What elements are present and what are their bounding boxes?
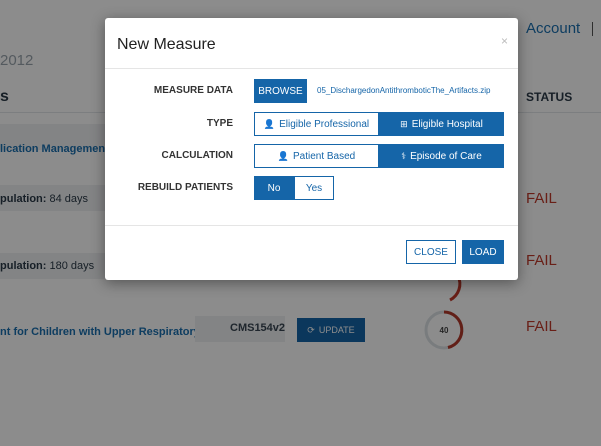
type-label: TYPE <box>206 118 233 129</box>
measure-data-row: MEASURE DATA BROWSE 05_DischargedonAntit… <box>105 79 518 103</box>
hospital-icon: ⊞ <box>400 118 408 129</box>
rebuild-patients-row: REBUILD PATIENTS No Yes <box>105 176 518 200</box>
user-icon: 👤 <box>263 118 276 129</box>
type-option-eligible-professional[interactable]: 👤 Eligible Professional <box>254 112 379 136</box>
modal-header: New Measure × <box>105 18 518 69</box>
rebuild-option-yes[interactable]: Yes <box>294 176 334 200</box>
load-button[interactable]: LOAD <box>462 240 504 264</box>
person-icon: 👤 <box>277 150 289 161</box>
calc-option-label: Episode of Care <box>410 150 482 162</box>
browse-button[interactable]: BROWSE <box>254 79 307 103</box>
calculation-label: CALCULATION <box>161 150 233 161</box>
stethoscope-icon: ⚕ <box>401 150 407 161</box>
calculation-row: CALCULATION 👤 Patient Based ⚕ Episode of… <box>105 144 518 168</box>
measure-data-label: MEASURE DATA <box>153 85 233 96</box>
modal-footer <box>105 225 518 226</box>
modal-title: New Measure <box>117 36 216 53</box>
calc-option-patient-based[interactable]: 👤 Patient Based <box>254 144 379 168</box>
type-option-label: Eligible Professional <box>279 118 370 130</box>
type-option-label: Eligible Hospital <box>411 118 483 130</box>
file-name: 05_DischargedonAntithromboticThe_Artifac… <box>317 86 491 95</box>
type-option-eligible-hospital[interactable]: ⊞ Eligible Hospital <box>379 112 504 136</box>
type-row: TYPE 👤 Eligible Professional ⊞ Eligible … <box>105 112 518 136</box>
close-icon[interactable]: × <box>501 34 508 48</box>
calc-option-label: Patient Based <box>292 150 356 162</box>
rebuild-option-no[interactable]: No <box>254 176 294 200</box>
close-button[interactable]: CLOSE <box>406 240 456 264</box>
rebuild-patients-label: REBUILD PATIENTS <box>137 182 233 193</box>
new-measure-modal: New Measure × MEASURE DATA BROWSE 05_Dis… <box>105 18 518 280</box>
calc-option-episode-of-care[interactable]: ⚕ Episode of Care <box>379 144 504 168</box>
